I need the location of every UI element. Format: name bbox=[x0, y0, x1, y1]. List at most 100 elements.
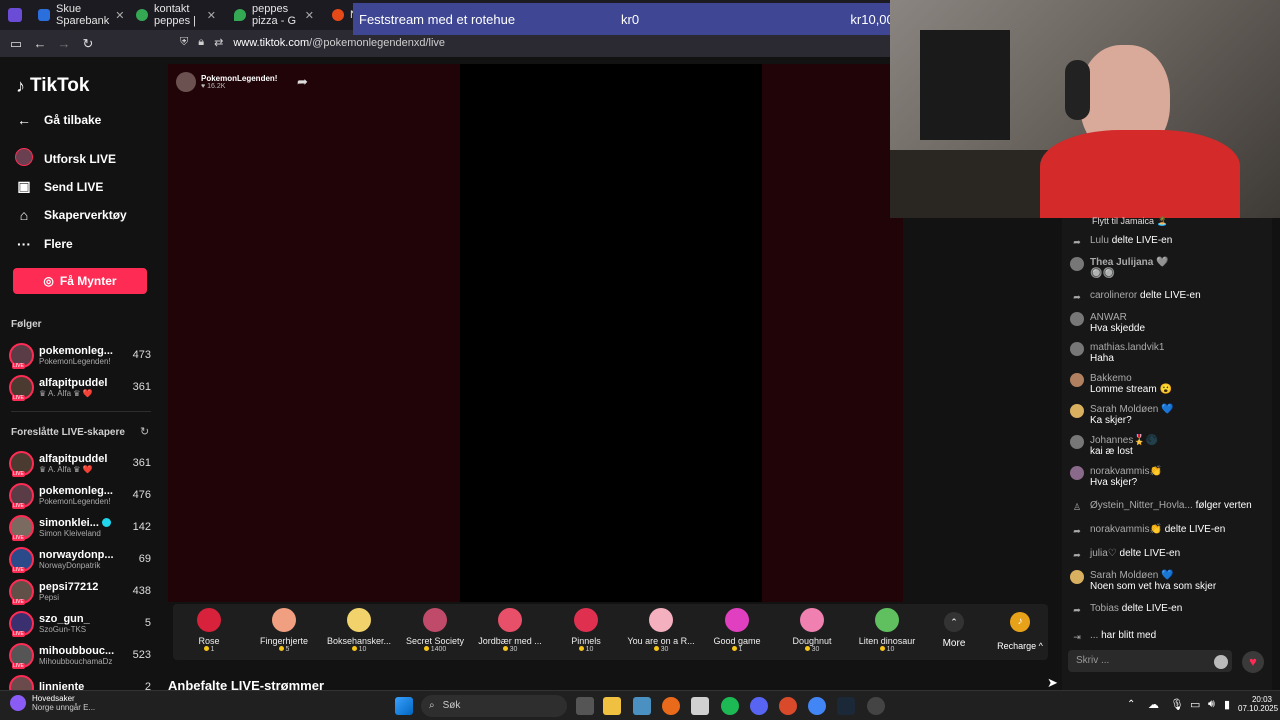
chrome-icon[interactable] bbox=[808, 697, 826, 715]
chat-user[interactable]: carolineror bbox=[1090, 290, 1137, 301]
firefox-icon[interactable] bbox=[662, 697, 680, 715]
clock-date: 07.10.2025 bbox=[1238, 704, 1279, 713]
heart-icon[interactable]: ♥ bbox=[1242, 651, 1264, 673]
task-view-icon[interactable] bbox=[576, 697, 594, 715]
gift-item[interactable]: Rose 1 bbox=[166, 608, 252, 653]
chat-user[interactable]: Sarah Moldøen 💙 bbox=[1090, 570, 1216, 581]
tab-ny[interactable]: Ny bbox=[324, 3, 363, 27]
nav-explore-live[interactable]: Utforsk LIVE bbox=[14, 148, 116, 169]
close-tab-icon[interactable]: ✕ bbox=[305, 9, 314, 22]
nav-send-live[interactable]: ▣ Send LIVE bbox=[14, 178, 103, 195]
chat-user[interactable]: Lulu bbox=[1090, 235, 1109, 246]
chat-user[interactable]: norakvammis👏 bbox=[1090, 524, 1162, 535]
suggested-account[interactable]: LIVE pepsi77212 Pepsi 438 bbox=[9, 576, 151, 606]
news-widget[interactable]: Hovedsaker Norge unngår E... bbox=[10, 694, 95, 712]
chat-user[interactable]: Sarah Moldøen 💙 bbox=[1090, 404, 1174, 415]
chevron-up-icon[interactable]: ⌃ bbox=[1127, 699, 1135, 710]
avatar[interactable] bbox=[1070, 312, 1084, 326]
chat-user[interactable]: Bakkemo bbox=[1090, 373, 1172, 384]
gift-item[interactable]: Fingerhjerte 5 bbox=[241, 608, 327, 653]
app-icon[interactable] bbox=[779, 697, 797, 715]
avatar[interactable] bbox=[1070, 404, 1084, 418]
chat-user[interactable]: julia♡ bbox=[1090, 548, 1117, 559]
snipping-tool-icon[interactable] bbox=[691, 697, 709, 715]
address-bar[interactable]: ⛨ 🔒︎ ⇄ www.tiktok.com/@pokemonlegendenxd… bbox=[180, 36, 445, 49]
gift-item[interactable]: Jordbær med ... 30 bbox=[467, 608, 553, 653]
avatar[interactable] bbox=[1070, 257, 1084, 271]
nav-go-back[interactable]: ← Gå tilbake bbox=[14, 112, 101, 128]
chat-user[interactable]: Tobias bbox=[1090, 603, 1119, 614]
forward-icon[interactable]: → bbox=[52, 36, 76, 51]
microphone-icon[interactable]: 🎙︎ bbox=[1170, 698, 1184, 711]
gift-item[interactable]: Doughnut 30 bbox=[769, 608, 855, 653]
refresh-icon[interactable]: ↻ bbox=[140, 425, 149, 438]
following-account[interactable]: LIVE pokemonleg... PokemonLegenden! 473 bbox=[9, 340, 151, 370]
chat-user[interactable]: Johannes🎖️🌑 bbox=[1090, 435, 1158, 446]
gift-item[interactable]: Boksehansker... 10 bbox=[316, 608, 402, 653]
emoji-icon[interactable] bbox=[1214, 655, 1228, 669]
reload-icon[interactable]: ↻ bbox=[76, 36, 100, 52]
spotify-icon[interactable] bbox=[721, 697, 739, 715]
discord-icon[interactable] bbox=[750, 697, 768, 715]
nav-creator-tools[interactable]: ⌂ Skaperverktøy bbox=[14, 207, 127, 223]
share-icon[interactable]: ➦ bbox=[297, 74, 308, 90]
gift-item[interactable]: You are on a R... 30 bbox=[618, 608, 704, 653]
avatar[interactable] bbox=[1070, 373, 1084, 387]
windows-start-icon[interactable] bbox=[395, 697, 413, 715]
chat-user[interactable]: mathias.landvik1 bbox=[1090, 342, 1164, 353]
avatar[interactable] bbox=[1070, 435, 1084, 449]
chat-user[interactable]: norakvammis👏 bbox=[1090, 466, 1162, 477]
close-tab-icon[interactable]: ✕ bbox=[207, 9, 216, 22]
obs-icon[interactable] bbox=[867, 697, 885, 715]
volume-icon[interactable]: 🔊︎ bbox=[1208, 698, 1215, 711]
tab-peppes-pizza[interactable]: peppes pizza - G ✕ bbox=[226, 3, 322, 27]
chat-input[interactable]: Skriv ... bbox=[1068, 650, 1232, 672]
gift-item[interactable]: Secret Society 1400 bbox=[392, 608, 478, 653]
following-account[interactable]: LIVE alfapitpuddel ♛ A. Alfa ♛ ❤️ 361 bbox=[9, 372, 151, 402]
avatar[interactable] bbox=[1070, 570, 1084, 584]
avatar[interactable] bbox=[1070, 342, 1084, 356]
gift-item[interactable]: Pinnels 10 bbox=[543, 608, 629, 653]
recharge-button[interactable]: ♪ Recharge ^ bbox=[995, 612, 1045, 651]
sidebar-toggle-icon[interactable]: ▭ bbox=[4, 36, 28, 52]
suggested-account[interactable]: LIVE alfapitpuddel ♛ A. Alfa ♛ ❤️ 361 bbox=[9, 448, 151, 478]
nav-label: Gå tilbake bbox=[44, 113, 102, 127]
tab-kontakt-peppes[interactable]: kontakt peppes | ✕ bbox=[128, 3, 224, 27]
file-explorer-icon[interactable] bbox=[603, 697, 621, 715]
battery-icon[interactable]: ▮ bbox=[1224, 698, 1230, 711]
suggested-account[interactable]: LIVE simonklei... Simon Kleiveland 142 bbox=[9, 512, 151, 542]
tiktok-logo[interactable]: ♪ TikTok bbox=[16, 75, 89, 97]
close-tab-icon[interactable]: ✕ bbox=[115, 9, 124, 22]
steam-icon[interactable] bbox=[837, 697, 855, 715]
tab-skue-sparebank[interactable]: Skue Sparebank ✕ bbox=[30, 3, 126, 27]
suggested-account[interactable]: linnjente 2 bbox=[9, 672, 151, 690]
system-clock[interactable]: 20:03 07.10.2025 bbox=[1238, 695, 1279, 713]
chat-user[interactable]: ... bbox=[1090, 630, 1098, 641]
avatar[interactable] bbox=[1070, 466, 1084, 480]
photos-icon[interactable] bbox=[633, 697, 651, 715]
permissions-icon[interactable]: ⇄ bbox=[214, 36, 223, 49]
suggested-account[interactable]: LIVE mihoubbouc... MihoubbouchamaDz 523 bbox=[9, 640, 151, 670]
chat-user[interactable]: ANWAR bbox=[1090, 312, 1145, 323]
browser-menu-icon[interactable] bbox=[8, 8, 22, 22]
gift-item[interactable]: Liten dinosaur 10 bbox=[844, 608, 930, 653]
suggested-account[interactable]: LIVE norwaydonp... NorwayDonpatrik 69 bbox=[9, 544, 151, 574]
cloud-icon[interactable]: ☁ bbox=[1148, 698, 1159, 711]
chat-user[interactable]: Thea Julijana 🩶 bbox=[1090, 257, 1169, 268]
more-gifts-button[interactable]: ⌃ More bbox=[940, 612, 968, 649]
streamer-info[interactable]: PokemonLegenden! ♥ 16.2K bbox=[176, 72, 277, 92]
get-coins-button[interactable]: ◎ Få Mynter bbox=[13, 268, 147, 294]
shield-icon[interactable]: ⛨ bbox=[180, 36, 188, 49]
taskbar-search[interactable]: ⌕ Søk bbox=[421, 695, 567, 717]
nav-more[interactable]: ··· Flere bbox=[14, 236, 73, 252]
live-video-player[interactable] bbox=[168, 64, 903, 602]
video-side-panel bbox=[168, 64, 460, 602]
streamer-avatar[interactable] bbox=[176, 72, 196, 92]
back-icon[interactable]: ← bbox=[28, 36, 52, 51]
suggested-account[interactable]: LIVE szo_gun_ SzoGun-TKS 5 bbox=[9, 608, 151, 638]
network-icon[interactable]: ▭ bbox=[1190, 698, 1200, 711]
chat-user[interactable]: Øystein_Nitter_Hovla... bbox=[1090, 500, 1193, 511]
search-icon: ⌕ bbox=[429, 700, 435, 711]
suggested-account[interactable]: LIVE pokemonleg... PokemonLegenden! 476 bbox=[9, 480, 151, 510]
gift-item[interactable]: Good game 1 bbox=[694, 608, 780, 653]
